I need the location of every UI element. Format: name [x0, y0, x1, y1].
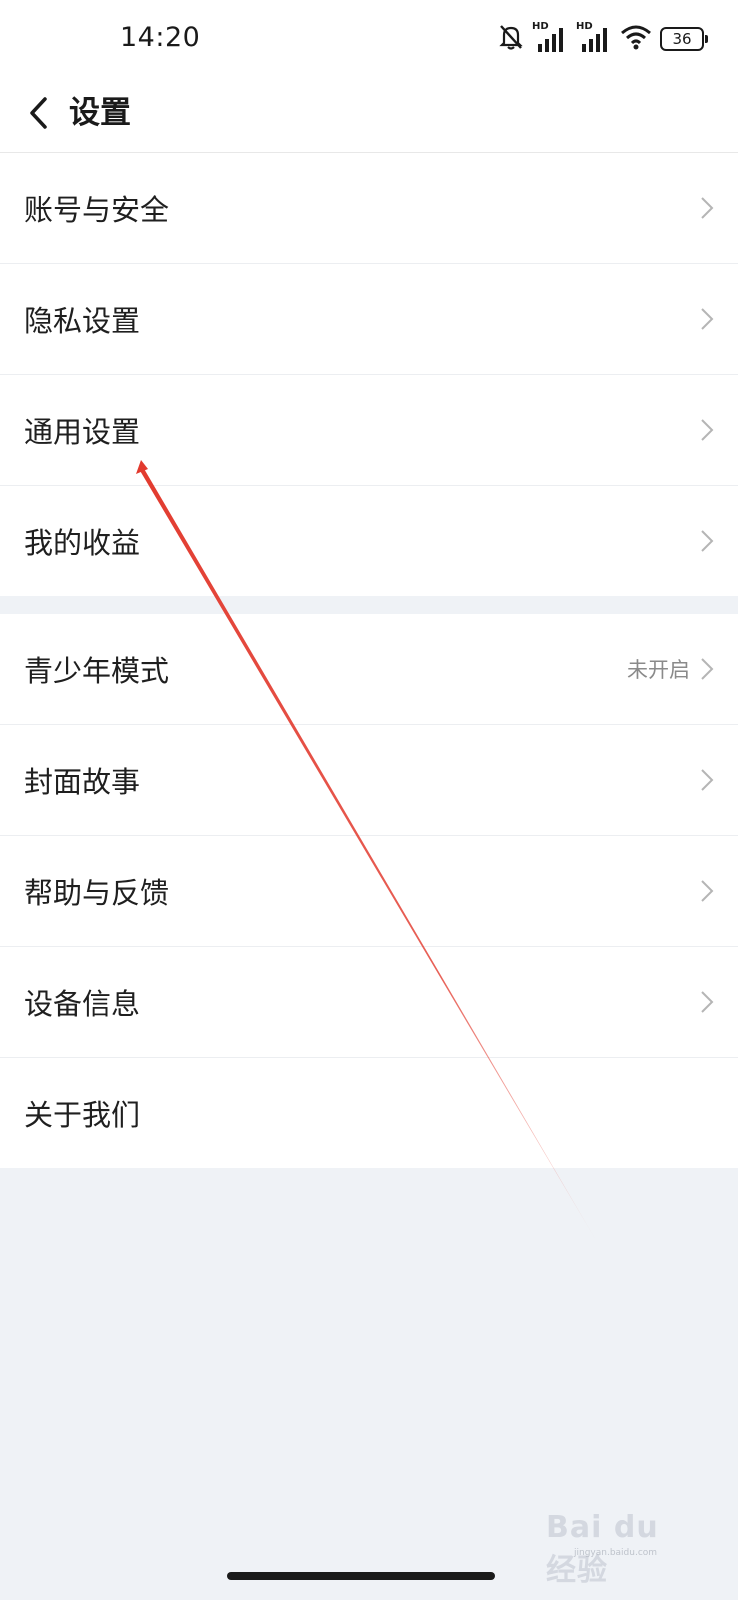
- settings-item-account-security[interactable]: 账号与安全: [0, 153, 738, 264]
- settings-item-label: 我的收益: [24, 526, 141, 560]
- settings-group-1: 账号与安全 隐私设置 通用设置 我的收益: [0, 153, 738, 596]
- wifi-icon: [620, 24, 652, 54]
- settings-item-label: 青少年模式: [24, 654, 170, 688]
- settings-item-label: 封面故事: [24, 765, 141, 799]
- battery-level: 36: [660, 27, 704, 51]
- settings-item-general[interactable]: 通用设置: [0, 375, 738, 486]
- settings-item-label: 设备信息: [24, 987, 141, 1021]
- baidu-watermark: Bai du 经验: [546, 1490, 696, 1588]
- chevron-right-icon: [701, 530, 714, 552]
- status-bar: 14:20 HD HD 36: [0, 0, 738, 78]
- back-button[interactable]: [18, 88, 58, 138]
- settings-item-privacy[interactable]: 隐私设置: [0, 264, 738, 375]
- settings-item-cover-story[interactable]: 封面故事: [0, 725, 738, 836]
- chevron-right-icon: [701, 419, 714, 441]
- settings-item-device-info[interactable]: 设备信息: [0, 947, 738, 1058]
- signal-icon: HD: [576, 21, 612, 54]
- teen-mode-status: 未开启: [627, 658, 690, 682]
- watermark-subtext: jingyan.baidu.com: [574, 1548, 658, 1558]
- settings-item-label: 关于我们: [24, 1098, 141, 1132]
- settings-item-earnings[interactable]: 我的收益: [0, 486, 738, 596]
- battery-icon: 36: [660, 27, 708, 51]
- settings-item-label: 通用设置: [24, 415, 141, 449]
- chevron-right-icon: [701, 769, 714, 791]
- chevron-right-icon: [701, 308, 714, 330]
- chevron-right-icon: [701, 991, 714, 1013]
- settings-item-label: 隐私设置: [24, 304, 141, 338]
- chevron-right-icon: [701, 880, 714, 902]
- settings-item-help-feedback[interactable]: 帮助与反馈: [0, 836, 738, 947]
- chevron-right-icon: [701, 197, 714, 219]
- bell-muted-icon: [498, 23, 524, 55]
- chevron-left-icon: [30, 97, 47, 129]
- settings-item-teen-mode[interactable]: 青少年模式 未开启: [0, 614, 738, 725]
- home-indicator[interactable]: [227, 1572, 495, 1580]
- signal-icon: HD: [532, 21, 568, 54]
- settings-item-label: 帮助与反馈: [24, 876, 170, 910]
- status-icons: HD HD 36: [498, 21, 708, 56]
- nav-header: 设置: [0, 78, 738, 153]
- status-time: 14:20: [120, 22, 201, 53]
- settings-item-label: 账号与安全: [24, 193, 170, 227]
- page-title: 设置: [69, 95, 131, 131]
- settings-item-about-us[interactable]: 关于我们: [0, 1058, 738, 1168]
- settings-group-2: 青少年模式 未开启 封面故事 帮助与反馈 设备信息 关于我们: [0, 614, 738, 1168]
- chevron-right-icon: [701, 658, 714, 680]
